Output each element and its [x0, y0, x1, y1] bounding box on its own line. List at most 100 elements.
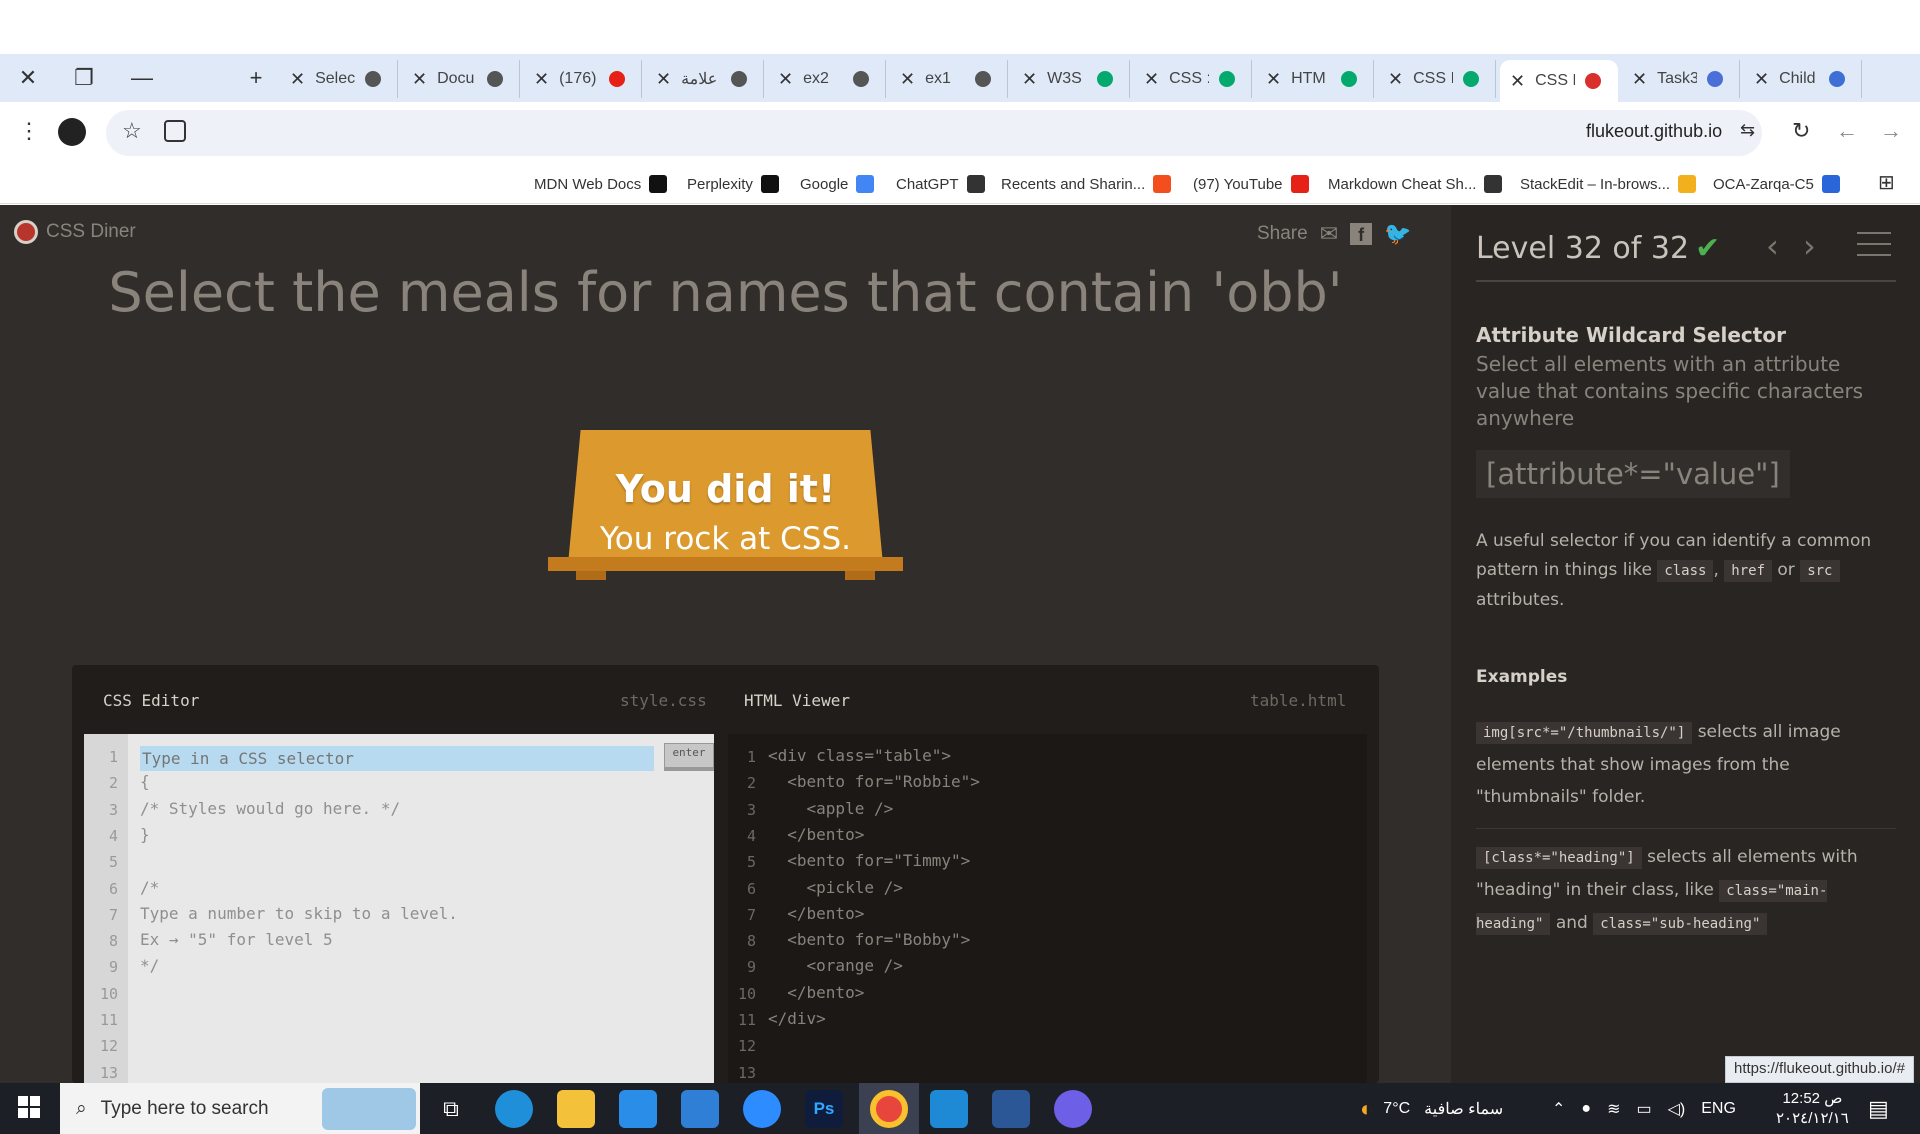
forward-icon[interactable]: →	[1880, 118, 1902, 144]
all-bookmarks-icon[interactable]: ⊞	[1878, 170, 1895, 195]
line-number: 13	[99, 1063, 118, 1082]
close-tab-icon[interactable]: ✕	[1510, 71, 1525, 92]
bookmark-item[interactable]: StackEdit – In-brows...	[1520, 168, 1697, 200]
facebook-icon[interactable]: f	[1350, 223, 1373, 245]
back-icon[interactable]: ←	[1836, 118, 1858, 144]
checkmark-icon: ✔	[1695, 231, 1721, 266]
close-tab-icon[interactable]: ✕	[778, 69, 793, 90]
bookmark-icon	[1821, 175, 1840, 193]
browser-tab[interactable]: ✕ Docu	[402, 60, 520, 98]
browser-tab[interactable]: ✕ ex1	[890, 60, 1008, 98]
browser-tab[interactable]: ✕ Selec	[280, 60, 398, 98]
wifi-icon[interactable]: ≋	[1607, 1099, 1620, 1119]
close-tab-icon[interactable]: ✕	[1022, 69, 1037, 90]
line-number: 6	[108, 879, 118, 898]
css-editor-title: CSS Editor	[103, 691, 200, 710]
photoshop-icon[interactable]: Ps	[805, 1090, 843, 1128]
level-progress	[1476, 280, 1896, 282]
volume-icon[interactable]: ◁)	[1668, 1099, 1686, 1119]
bookmark-item[interactable]: Recents and Sharin...	[1001, 168, 1172, 200]
browser-tab[interactable]: ✕ CSS D	[1500, 60, 1618, 102]
restore-window-icon[interactable]: ❐	[60, 54, 108, 102]
reload-icon[interactable]: ↻	[1792, 118, 1810, 144]
previous-level-icon[interactable]: ‹	[1766, 227, 1779, 265]
close-window-icon[interactable]: ✕	[4, 54, 52, 102]
close-tab-icon[interactable]: ✕	[412, 69, 427, 90]
tab-label: Docu	[437, 70, 475, 87]
microphone-icon[interactable]: ●	[1581, 1100, 1591, 1118]
line-number: 1	[108, 748, 118, 766]
browser-tab[interactable]: ✕ ex2	[768, 60, 886, 98]
bookmark-item[interactable]: ChatGPT	[896, 168, 985, 200]
zoom-icon[interactable]	[743, 1090, 781, 1128]
browser-tab[interactable]: ✕ W3S	[1012, 60, 1130, 98]
favicon-icon	[1097, 71, 1114, 87]
chrome-icon[interactable]	[870, 1090, 908, 1128]
battery-icon[interactable]: ▭	[1636, 1099, 1651, 1119]
css-selector-input[interactable]	[140, 746, 654, 771]
address-text[interactable]: flukeout.github.io	[1586, 121, 1722, 142]
star-icon[interactable]: ☆	[122, 118, 142, 144]
weather[interactable]: ◐ 7°C سماء صافية	[1360, 1083, 1503, 1134]
search-highlight-image[interactable]	[322, 1088, 416, 1130]
browser-tab[interactable]: ✕ CSS :	[1134, 60, 1252, 98]
close-tab-icon[interactable]: ✕	[1266, 69, 1281, 90]
tab-label: (176)	[559, 70, 597, 87]
task-view-icon[interactable]: ⧉	[432, 1090, 470, 1128]
edge-icon[interactable]	[495, 1090, 533, 1128]
browser-tab[interactable]: ✕ HTM	[1256, 60, 1374, 98]
close-tab-icon[interactable]: ✕	[534, 69, 549, 90]
close-tab-icon[interactable]: ✕	[656, 69, 671, 90]
example-1: img[src*="/thumbnails/"] selects all ima…	[1476, 722, 1841, 807]
minimize-window-icon[interactable]: —	[118, 54, 166, 102]
line-number: 6	[746, 879, 756, 898]
vscode-icon[interactable]	[930, 1090, 968, 1128]
file-explorer-icon[interactable]	[557, 1090, 595, 1128]
close-tab-icon[interactable]: ✕	[1144, 69, 1159, 90]
profile-avatar[interactable]	[58, 118, 86, 146]
level-header[interactable]: Level 32 of 32 ✔	[1476, 231, 1720, 266]
discord-icon[interactable]	[1054, 1090, 1092, 1128]
close-tab-icon[interactable]: ✕	[290, 69, 305, 90]
new-tab-icon[interactable]: +	[232, 54, 280, 102]
bookmark-item[interactable]: (97) YouTube	[1193, 168, 1309, 200]
close-tab-icon[interactable]: ✕	[1388, 69, 1403, 90]
line-number: 11	[99, 1011, 118, 1029]
site-info-icon[interactable]: ⇆	[1740, 120, 1755, 141]
omnibox[interactable]	[106, 110, 1762, 156]
next-level-icon[interactable]: ›	[1803, 227, 1816, 265]
chevron-up-icon[interactable]: ⌃	[1552, 1099, 1565, 1119]
bookmark-item[interactable]: Markdown Cheat Sh...	[1328, 168, 1503, 200]
close-tab-icon[interactable]: ✕	[1632, 69, 1647, 90]
bookmark-item[interactable]: Google	[800, 168, 875, 200]
translate-icon[interactable]	[164, 120, 186, 142]
browser-tab[interactable]: ✕ علامة	[646, 60, 764, 98]
twitter-icon[interactable]: 🐦	[1384, 221, 1411, 247]
word-icon[interactable]	[992, 1090, 1030, 1128]
mail-icon[interactable]	[681, 1090, 719, 1128]
close-tab-icon[interactable]: ✕	[900, 69, 915, 90]
store-icon[interactable]	[619, 1090, 657, 1128]
browser-tab[interactable]: ✕ Child	[1744, 60, 1862, 98]
level-menu-icon[interactable]	[1857, 232, 1891, 256]
bookmark-label: ChatGPT	[896, 175, 959, 193]
browser-tab[interactable]: ✕ Task3	[1622, 60, 1740, 98]
html-viewer-title: HTML Viewer	[744, 691, 850, 710]
search-placeholder: Type here to search	[100, 1097, 269, 1119]
email-icon[interactable]: ✉	[1320, 221, 1338, 247]
start-icon[interactable]	[18, 1096, 40, 1118]
clock[interactable]: 12:52 ص ٢٠٢٤/١٢/١٦	[1776, 1083, 1849, 1134]
bookmark-item[interactable]: OCA-Zarqa-C5	[1713, 168, 1840, 200]
browser-tab[interactable]: ✕ CSS I	[1378, 60, 1496, 98]
bookmark-item[interactable]: MDN Web Docs	[534, 168, 668, 200]
notifications-icon[interactable]: ▤	[1868, 1083, 1889, 1134]
code-line: <bento for="Robbie">	[768, 772, 980, 792]
enter-button[interactable]: enter	[664, 743, 714, 771]
browser-tab[interactable]: ✕ (176)	[524, 60, 642, 98]
logo[interactable]: CSS Diner	[14, 220, 136, 244]
menu-icon[interactable]: ⋮	[18, 118, 40, 144]
language-indicator[interactable]: ENG	[1701, 1100, 1736, 1118]
line-number: 13	[737, 1063, 756, 1082]
close-tab-icon[interactable]: ✕	[1754, 69, 1769, 90]
bookmark-item[interactable]: Perplexity	[687, 168, 779, 200]
